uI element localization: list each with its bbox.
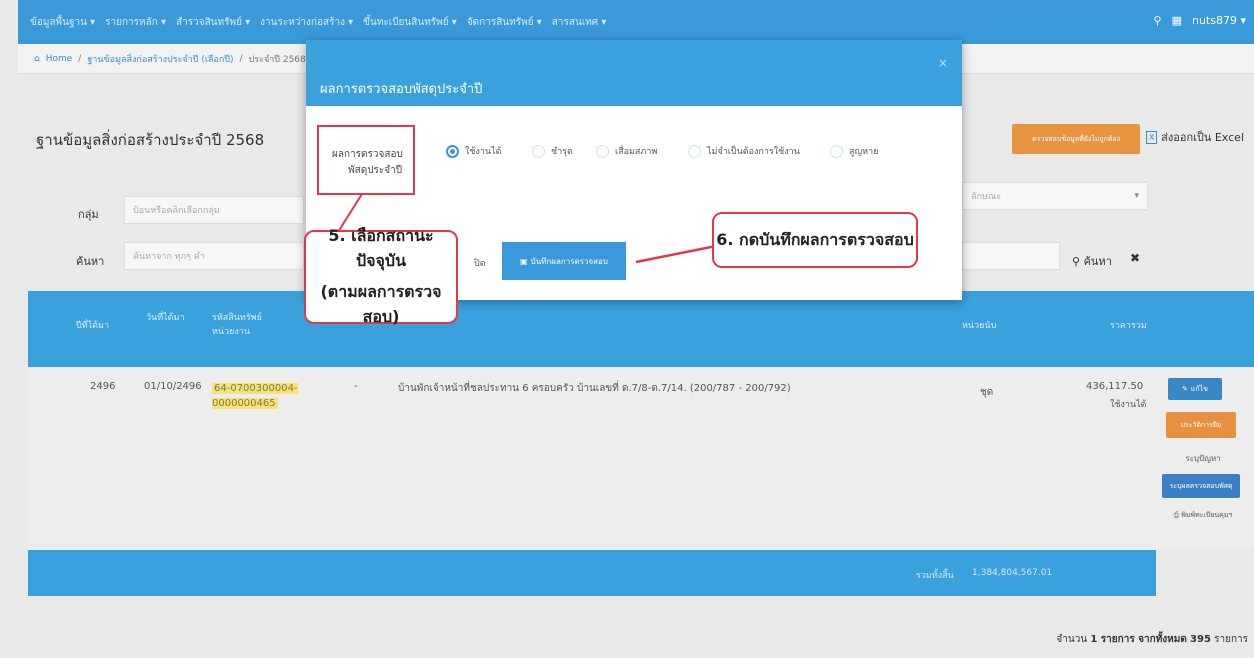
annotation-arrow-step6 [635,244,717,264]
annotation-arrows [317,125,717,264]
annotation-step5-line1: 5. เลือกสถานะปัจจุบัน [328,226,434,270]
annotation-highlight-box [317,125,415,195]
annotation-step5: 5. เลือกสถานะปัจจุบัน (ตามผลการตรวจสอบ) [304,226,458,326]
annotation-step5-line2: (ตามผลการตรวจสอบ) [320,282,442,326]
annotation-step6: 6. กดบันทึกผลการตรวจสอบ [712,212,918,268]
